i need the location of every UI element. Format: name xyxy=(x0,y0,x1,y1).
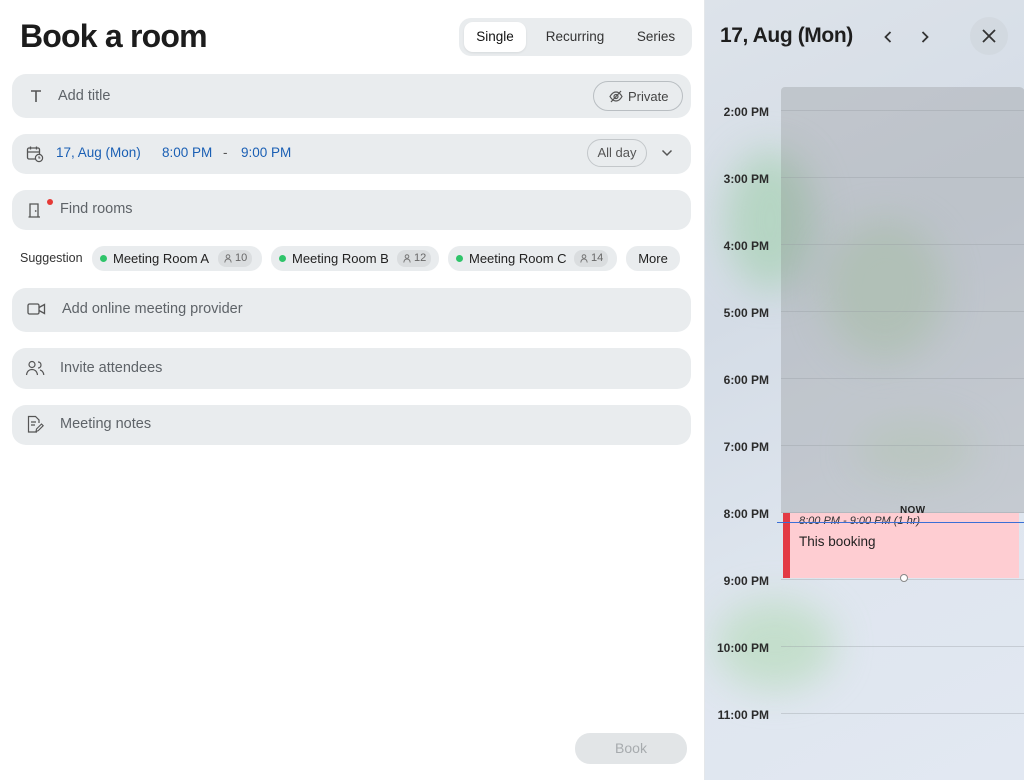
booking-mode-selector: Single Recurring Series xyxy=(459,18,692,56)
chevron-left-icon[interactable] xyxy=(876,25,900,49)
time-separator: - xyxy=(223,145,228,160)
calendar-clock-icon xyxy=(26,146,44,163)
hour-label: 11:00 PM xyxy=(717,708,769,722)
available-status-dot xyxy=(100,255,107,262)
online-meeting-placeholder: Add online meeting provider xyxy=(62,301,243,317)
mode-single-tab[interactable]: Single xyxy=(464,22,526,52)
hour-gridline xyxy=(781,244,1024,245)
hour-label: 2:00 PM xyxy=(723,105,769,119)
booking-resize-handle[interactable] xyxy=(900,574,908,582)
private-label: Private xyxy=(628,89,669,104)
hour-label: 5:00 PM xyxy=(723,306,769,320)
required-indicator xyxy=(47,199,53,205)
current-time-line xyxy=(777,522,1024,523)
person-icon xyxy=(580,254,588,263)
text-icon xyxy=(31,90,41,102)
room-name: Meeting Room B xyxy=(292,251,389,266)
hour-gridline xyxy=(781,378,1024,379)
attendees-placeholder: Invite attendees xyxy=(60,360,163,376)
door-icon xyxy=(28,203,40,218)
hour-label: 8:00 PM xyxy=(723,507,769,521)
person-icon xyxy=(224,254,232,263)
notes-placeholder: Meeting notes xyxy=(60,416,152,432)
hour-gridline xyxy=(781,646,1024,647)
datetime-field: 17, Aug (Mon) 8:00 PM - 9:00 PM All day xyxy=(12,134,691,174)
suggestion-chip-room-b[interactable]: Meeting Room B 12 xyxy=(271,246,439,271)
note-edit-icon xyxy=(27,415,44,433)
booking-title: This booking xyxy=(799,534,876,549)
chevron-right-icon[interactable] xyxy=(913,25,937,49)
hour-gridline xyxy=(781,177,1024,178)
date-picker[interactable]: 17, Aug (Mon) xyxy=(56,145,141,160)
chevron-down-icon[interactable] xyxy=(661,149,673,157)
past-time-overlay xyxy=(781,87,1024,513)
calendar-date-header: 17, Aug (Mon) xyxy=(720,24,853,47)
available-status-dot xyxy=(279,255,286,262)
hour-gridline xyxy=(781,110,1024,111)
suggestion-label: Suggestion xyxy=(20,251,83,265)
more-suggestions-button[interactable]: More xyxy=(626,246,680,271)
mode-recurring-tab[interactable]: Recurring xyxy=(535,22,615,52)
people-icon xyxy=(25,360,45,376)
booking-form-panel: Book a room Single Recurring Series Add … xyxy=(0,0,704,780)
page-title: Book a room xyxy=(20,18,208,54)
find-rooms-placeholder: Find rooms xyxy=(60,201,133,217)
room-name: Meeting Room A xyxy=(113,251,210,266)
booking-time-range: 8:00 PM - 9:00 PM (1 hr) xyxy=(799,515,921,527)
start-time-picker[interactable]: 8:00 PM xyxy=(162,145,212,160)
close-icon xyxy=(982,29,996,43)
title-input-placeholder: Add title xyxy=(58,88,111,104)
hour-gridline xyxy=(781,713,1024,714)
hour-label: 4:00 PM xyxy=(723,239,769,253)
hour-gridline xyxy=(781,311,1024,312)
video-camera-icon xyxy=(27,303,46,315)
room-name: Meeting Room C xyxy=(469,251,567,266)
mode-series-tab[interactable]: Series xyxy=(626,22,686,52)
end-time-picker[interactable]: 9:00 PM xyxy=(241,145,291,160)
title-field[interactable]: Add title Private xyxy=(12,74,691,118)
hour-label: 10:00 PM xyxy=(716,641,769,655)
close-button[interactable] xyxy=(970,17,1008,55)
notes-field[interactable]: Meeting notes xyxy=(12,405,691,445)
hour-gridline xyxy=(781,445,1024,446)
person-icon xyxy=(403,254,411,263)
day-calendar-panel: 17, Aug (Mon) 2:00 PM 3:00 PM 4:00 PM 5:… xyxy=(704,0,1024,780)
private-toggle-button[interactable]: Private xyxy=(593,81,683,111)
now-label: NOW xyxy=(900,505,926,516)
attendees-field[interactable]: Invite attendees xyxy=(12,348,691,389)
hour-label: 6:00 PM xyxy=(723,373,769,387)
all-day-toggle[interactable]: All day xyxy=(587,139,647,167)
room-capacity-badge: 14 xyxy=(574,250,609,267)
suggestion-chip-room-c[interactable]: Meeting Room C 14 xyxy=(448,246,617,271)
room-capacity-badge: 10 xyxy=(218,250,253,267)
hour-label: 9:00 PM xyxy=(723,574,769,588)
hour-label: 7:00 PM xyxy=(723,440,769,454)
hour-label: 3:00 PM xyxy=(723,172,769,186)
eye-off-icon xyxy=(609,90,623,103)
available-status-dot xyxy=(456,255,463,262)
find-rooms-field[interactable]: Find rooms xyxy=(12,190,691,230)
room-capacity-badge: 12 xyxy=(397,250,432,267)
online-meeting-field[interactable]: Add online meeting provider xyxy=(12,288,691,332)
suggestion-chip-room-a[interactable]: Meeting Room A 10 xyxy=(92,246,262,271)
book-button[interactable]: Book xyxy=(575,733,687,764)
